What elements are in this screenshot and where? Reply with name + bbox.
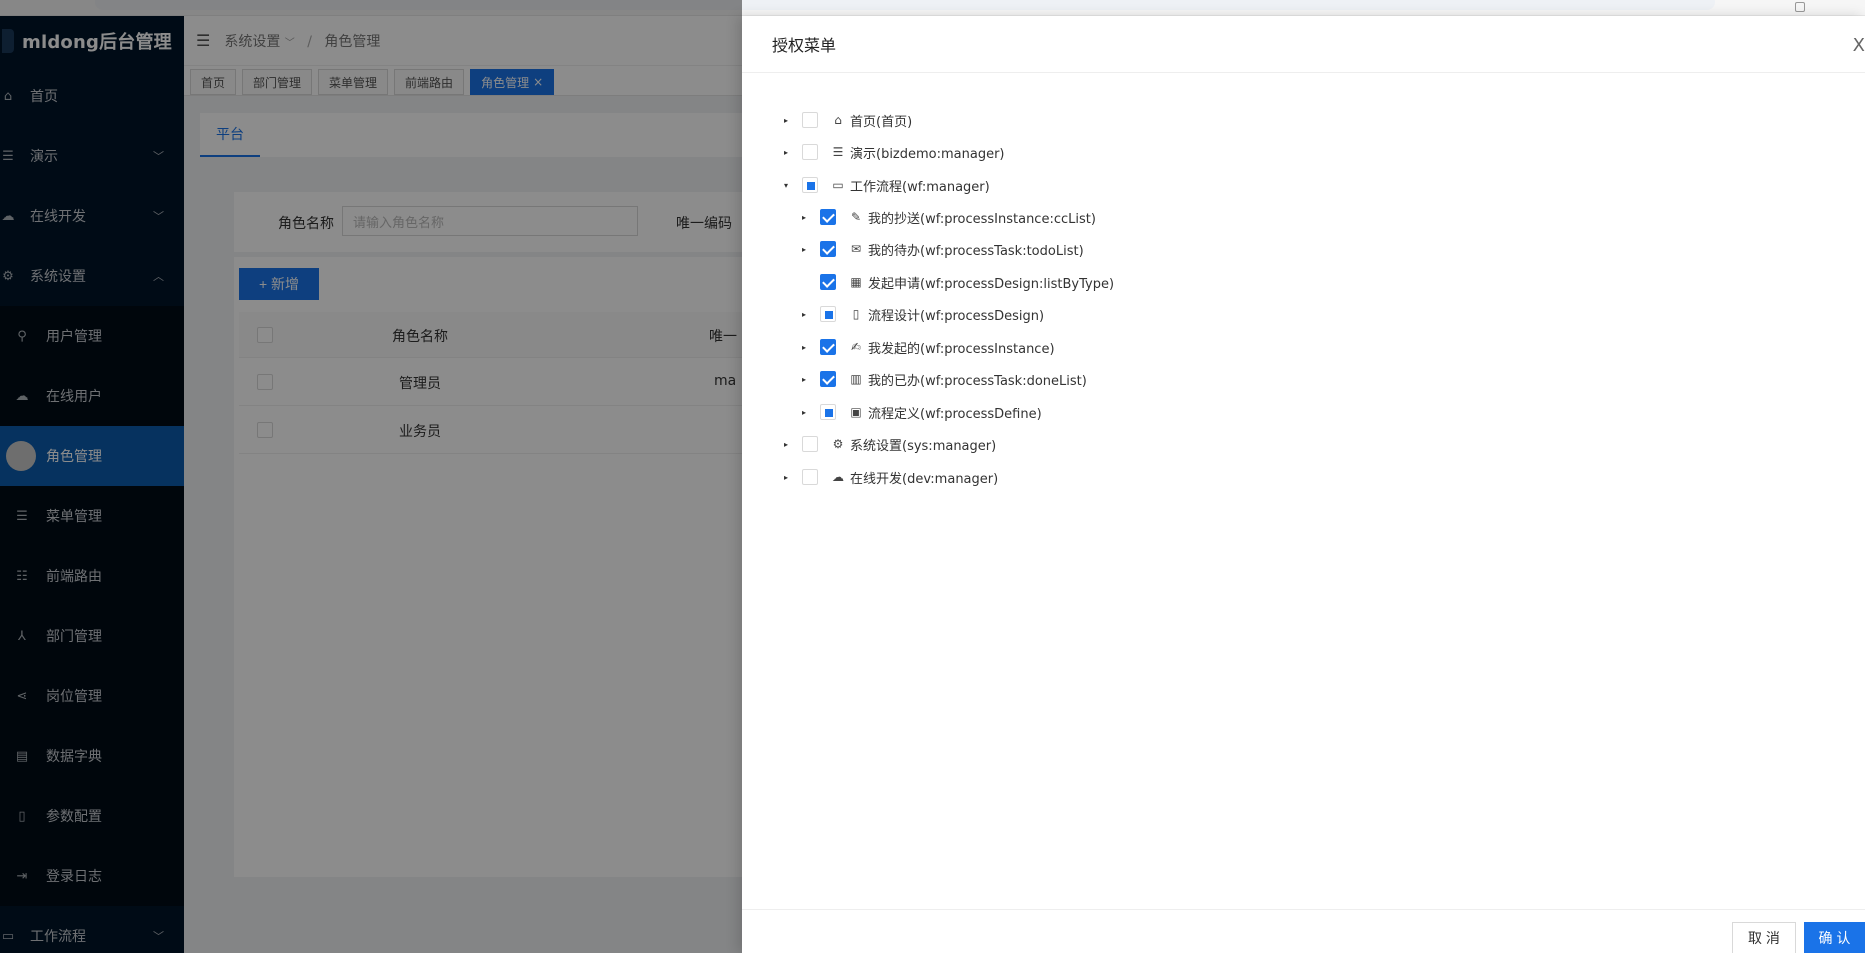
edit-icon: ✎: [850, 210, 862, 224]
tree-node-label: 我的抄送(wf:processInstance:ccList): [868, 211, 1096, 227]
tree-checkbox[interactable]: [820, 306, 836, 322]
tree-checkbox[interactable]: [820, 339, 836, 355]
tree-node-label: 在线开发(dev:manager): [850, 471, 999, 487]
tree-node-online-dev[interactable]: ▸ ☁ 在线开发(dev:manager): [780, 465, 998, 489]
caret-right-icon[interactable]: ▸: [798, 213, 810, 222]
tree-node-todo-list[interactable]: ▸ ✉ 我的待办(wf:processTask:todoList): [798, 237, 1084, 261]
tree-node-workflow[interactable]: ▾ ▭ 工作流程(wf:manager): [780, 173, 990, 197]
tree-checkbox[interactable]: [820, 241, 836, 257]
cancel-button[interactable]: 取 消: [1732, 922, 1796, 953]
laptop-icon: ▭: [832, 178, 844, 192]
tree-node-process-define[interactable]: ▸ ▣ 流程定义(wf:processDefine): [798, 400, 1042, 424]
drawer-title: 授权菜单: [772, 36, 837, 55]
picture-icon: ▣: [850, 405, 862, 419]
tree-checkbox[interactable]: [802, 177, 818, 193]
caret-right-icon[interactable]: ▸: [780, 148, 792, 157]
tree-checkbox[interactable]: [802, 112, 818, 128]
tree-node-label: 流程设计(wf:processDesign): [868, 308, 1045, 324]
drawer-header: 授权菜单: [742, 16, 1865, 73]
caret-down-icon[interactable]: ▾: [780, 181, 792, 190]
caret-right-icon[interactable]: ▸: [798, 408, 810, 417]
tree-node-done-list[interactable]: ▸ ▥ 我的已办(wf:processTask:doneList): [798, 367, 1087, 391]
list-icon: ☰: [832, 145, 844, 159]
drawer-footer: 取 消 确 认: [742, 909, 1865, 953]
tree-node-start-apply[interactable]: ▦ 发起申请(wf:processDesign:listByType): [798, 270, 1114, 294]
cloud-icon: ☁: [832, 470, 844, 484]
tree-node-demo[interactable]: ▸ ☰ 演示(bizdemo:manager): [780, 140, 1005, 164]
caret-right-icon[interactable]: ▸: [798, 343, 810, 352]
caret-right-icon[interactable]: ▸: [798, 375, 810, 384]
auth-menu-drawer: 授权菜单 X ▸ ⌂ 首页(首页) ▸ ☰ 演示(bizdemo:manager…: [742, 16, 1865, 953]
tree-checkbox[interactable]: [802, 436, 818, 452]
gear-icon: ⚙: [832, 437, 844, 451]
tree-node-label: 我的已办(wf:processTask:doneList): [868, 373, 1087, 389]
caret-right-icon[interactable]: ▸: [780, 116, 792, 125]
confirm-button[interactable]: 确 认: [1804, 922, 1865, 953]
doc-icon: ▯: [852, 307, 860, 321]
tree-node-label: 工作流程(wf:manager): [850, 179, 990, 195]
caret-right-icon[interactable]: ▸: [780, 440, 792, 449]
window-icon[interactable]: [1795, 2, 1805, 12]
tree-checkbox[interactable]: [802, 144, 818, 160]
caret-right-icon[interactable]: ▸: [798, 245, 810, 254]
tree-checkbox[interactable]: [820, 274, 836, 290]
read-icon: ▥: [850, 372, 862, 386]
tree-checkbox[interactable]: [820, 404, 836, 420]
tree-node-label: 流程定义(wf:processDefine): [868, 406, 1042, 422]
tree-node-system-settings[interactable]: ▸ ⚙ 系统设置(sys:manager): [780, 432, 996, 456]
tree-node-label: 系统设置(sys:manager): [850, 438, 997, 454]
caret-right-icon[interactable]: ▸: [780, 473, 792, 482]
tree-checkbox[interactable]: [820, 209, 836, 225]
tree-node-label: 发起申请(wf:processDesign:listByType): [868, 276, 1115, 292]
home-icon: ⌂: [834, 113, 842, 127]
tree-node-home[interactable]: ▸ ⌂ 首页(首页): [780, 108, 912, 132]
tree-node-label: 演示(bizdemo:manager): [850, 146, 1005, 162]
tree-node-label: 我的待办(wf:processTask:todoList): [868, 243, 1084, 259]
tree-checkbox[interactable]: [802, 469, 818, 485]
tree-checkbox[interactable]: [820, 371, 836, 387]
caret-right-icon[interactable]: ▸: [798, 310, 810, 319]
form-icon: ✍: [850, 340, 862, 354]
tree-node-my-started[interactable]: ▸ ✍ 我发起的(wf:processInstance): [798, 335, 1055, 359]
tree-node-process-design[interactable]: ▸ ▯ 流程设计(wf:processDesign): [798, 302, 1044, 326]
grid-icon: ▦: [850, 275, 862, 289]
tree-node-label: 首页(首页): [850, 114, 913, 130]
tree-node-label: 我发起的(wf:processInstance): [868, 341, 1055, 357]
mail-icon: ✉: [850, 242, 862, 256]
close-icon[interactable]: X: [1853, 35, 1865, 56]
tree-node-cc-list[interactable]: ▸ ✎ 我的抄送(wf:processInstance:ccList): [798, 205, 1096, 229]
drawer-mask[interactable]: [0, 0, 742, 953]
